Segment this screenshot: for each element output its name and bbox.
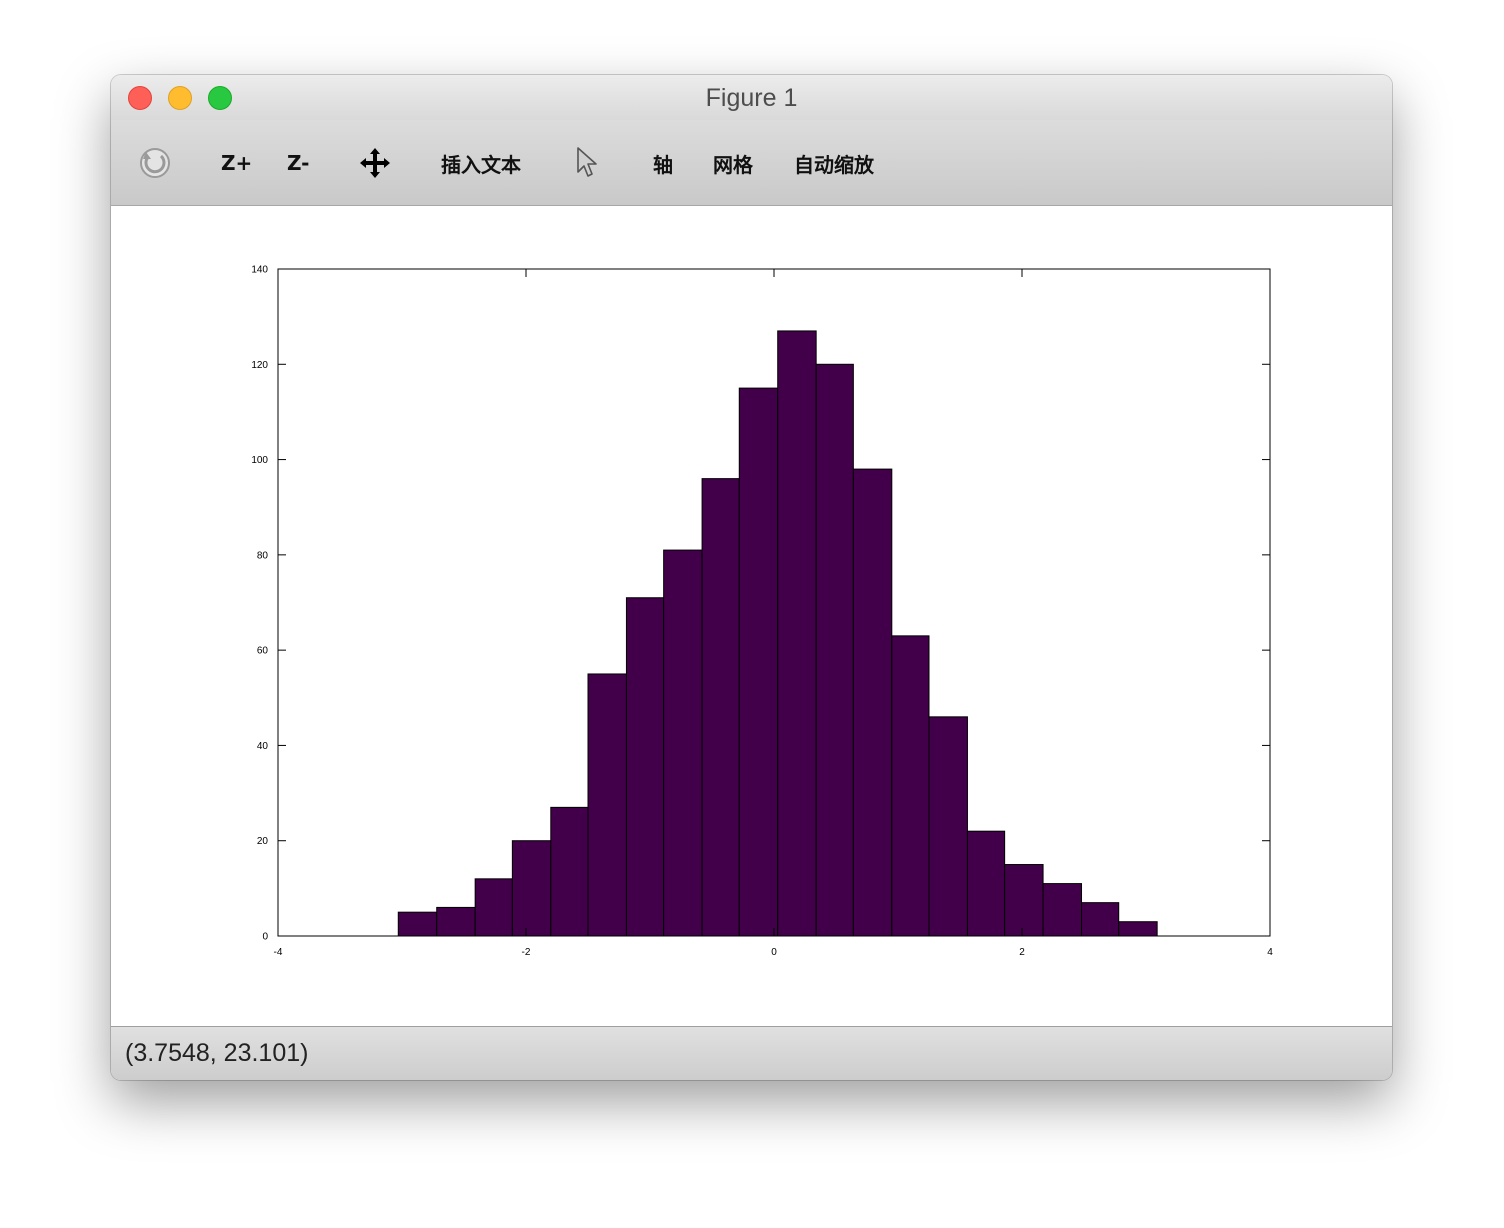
pointer-cursor-icon <box>577 147 597 177</box>
histogram-bar-7 <box>663 549 703 937</box>
zoom-out-button[interactable]: Z- <box>287 120 309 206</box>
move-arrows-icon <box>360 148 390 178</box>
zoom-in-button[interactable]: Z+ <box>221 120 252 206</box>
x-tick-label-2: 0 <box>771 947 777 958</box>
x-tick-label-3: 2 <box>1019 947 1025 958</box>
y-tick-label-6: 120 <box>251 360 268 371</box>
axis-button[interactable]: 轴 <box>653 120 673 206</box>
histogram-bar-19 <box>1118 921 1158 937</box>
histogram-bar-4 <box>550 806 589 937</box>
histogram-bar-3 <box>511 840 552 937</box>
status-bar: (3.7548, 23.101) <box>111 1026 1392 1080</box>
title-bar: Figure 1 <box>111 75 1392 120</box>
histogram-bar-18 <box>1081 902 1120 937</box>
histogram-bar-1 <box>436 906 476 937</box>
window-title: Figure 1 <box>705 84 798 112</box>
y-tick-label-4: 80 <box>257 550 269 561</box>
insert-text-button[interactable]: 插入文本 <box>441 120 521 206</box>
y-tick-label-1: 20 <box>257 836 269 847</box>
rotate-icon <box>140 148 170 178</box>
histogram-bar-17 <box>1042 883 1083 937</box>
figure-window: Figure 1 Z+ Z- 插入文本 轴 网格 自动缩放 -4 -2 0 2 4 0 20… <box>111 75 1392 1080</box>
cursor-coordinates: (3.7548, 23.101) <box>125 1039 309 1067</box>
histogram-bar-8 <box>701 478 740 937</box>
histogram-bar-0 <box>397 911 438 937</box>
histogram-bar-16 <box>1004 864 1044 937</box>
histogram-bar-11 <box>815 363 854 937</box>
histogram-bar-9 <box>738 387 779 937</box>
y-tick-label-3: 60 <box>257 646 269 657</box>
histogram-bar-14 <box>928 716 968 937</box>
histogram-bar-13 <box>891 635 930 937</box>
toolbar: Z+ Z- 插入文本 轴 网格 自动缩放 <box>111 120 1392 206</box>
histogram-bar-12 <box>852 468 893 937</box>
y-tick-label-5: 100 <box>251 455 268 466</box>
histogram-bar-15 <box>966 830 1006 937</box>
y-tick-label-0: 0 <box>262 932 268 943</box>
autoscale-button[interactable]: 自动缩放 <box>794 120 874 206</box>
x-tick-label-4: 4 <box>1267 947 1273 958</box>
pan-button[interactable] <box>358 120 392 206</box>
select-button[interactable] <box>575 120 599 206</box>
x-tick-label-1: -2 <box>522 947 531 958</box>
y-tick-label-2: 40 <box>257 741 269 752</box>
rotate-button[interactable] <box>138 120 172 206</box>
histogram-bar-2 <box>474 878 513 937</box>
grid-button[interactable]: 网格 <box>713 120 753 206</box>
histogram-chart[interactable]: -4 -2 0 2 4020406080100120140 <box>111 206 1392 1026</box>
x-tick-label-0: -4 <box>274 947 283 958</box>
y-tick-label-7: 140 <box>251 265 268 276</box>
plot-area[interactable]: -4 -2 0 2 4 0 20 40 60 80 100 120 140 <box>111 206 1392 1026</box>
histogram-bar-10 <box>777 330 817 937</box>
histogram-bar-5 <box>587 673 627 937</box>
histogram-bar-6 <box>625 597 665 937</box>
